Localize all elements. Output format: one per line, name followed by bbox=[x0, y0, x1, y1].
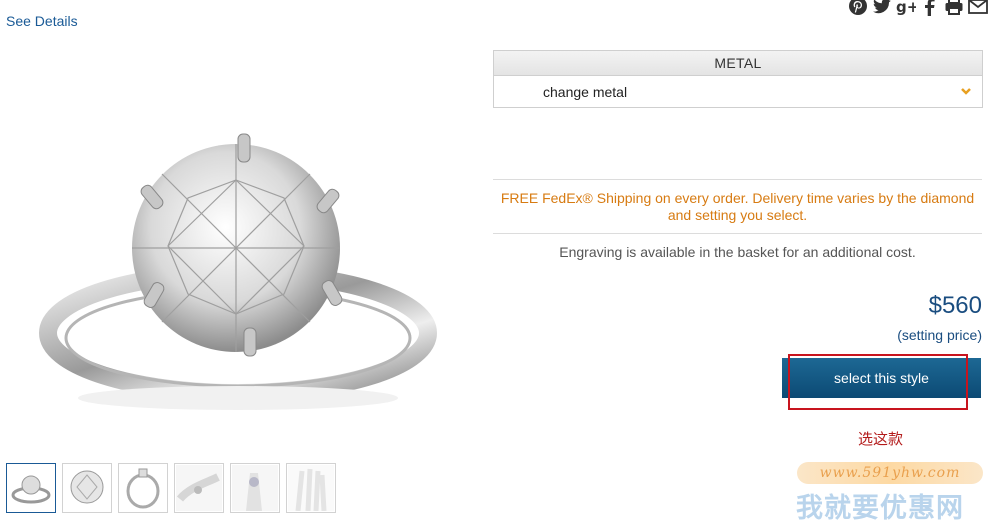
thumbnail-1[interactable] bbox=[6, 463, 56, 513]
thumbnail-5[interactable] bbox=[230, 463, 280, 513]
divider bbox=[493, 233, 982, 234]
pinterest-icon[interactable] bbox=[848, 0, 868, 16]
thumbnail-6[interactable] bbox=[286, 463, 336, 513]
print-icon[interactable] bbox=[944, 0, 964, 16]
twitter-icon[interactable] bbox=[872, 0, 892, 16]
metal-dropdown[interactable]: change metal bbox=[494, 76, 982, 107]
thumbnail-3[interactable] bbox=[118, 463, 168, 513]
metal-selector: METAL change metal bbox=[493, 50, 983, 108]
highlight-box bbox=[788, 354, 968, 410]
google-plus-icon[interactable]: g+ bbox=[896, 0, 916, 16]
thumbnail-4[interactable] bbox=[174, 463, 224, 513]
share-icons: g+ bbox=[848, 0, 988, 16]
thumbnail-2[interactable] bbox=[62, 463, 112, 513]
email-icon[interactable] bbox=[968, 0, 988, 16]
price-note: (setting price) bbox=[897, 327, 982, 343]
metal-header: METAL bbox=[494, 51, 982, 76]
chevron-down-icon bbox=[961, 88, 971, 95]
shipping-notice: FREE FedEx® Shipping on every order. Del… bbox=[500, 190, 975, 223]
product-image bbox=[38, 128, 438, 428]
annotation-text: 选这款 bbox=[858, 430, 904, 448]
watermark-url: www.591yhw.com bbox=[797, 462, 983, 484]
ring-image bbox=[39, 133, 437, 410]
svg-text:g+: g+ bbox=[896, 0, 916, 16]
price: $560 bbox=[928, 292, 982, 319]
thumbnail-strip bbox=[6, 463, 336, 513]
see-details-link[interactable]: See Details bbox=[6, 13, 78, 29]
metal-selected-value: change metal bbox=[543, 84, 628, 100]
divider bbox=[493, 179, 982, 180]
facebook-icon[interactable] bbox=[920, 0, 940, 16]
watermark-name: 我就要优惠网 bbox=[796, 493, 964, 524]
engraving-notice: Engraving is available in the basket for… bbox=[559, 244, 916, 260]
